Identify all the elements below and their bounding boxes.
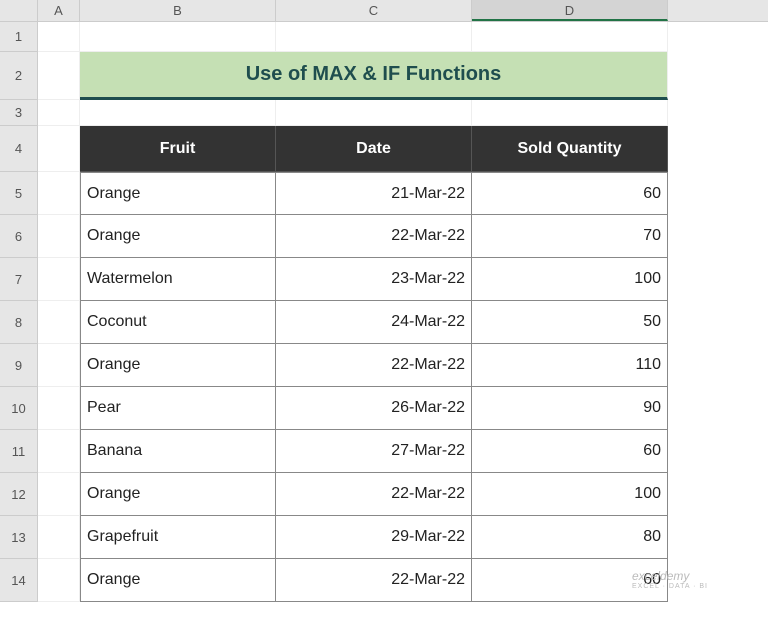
cell-A13[interactable] xyxy=(38,516,80,559)
cell-qty[interactable]: 80 xyxy=(472,516,668,559)
cell-A3[interactable] xyxy=(38,100,80,126)
table-row: Orange22-Mar-2270 xyxy=(38,215,768,258)
col-header-D[interactable]: D xyxy=(472,0,668,21)
header-date[interactable]: Date xyxy=(276,126,472,172)
cell-D3[interactable] xyxy=(472,100,668,126)
cell-A14[interactable] xyxy=(38,559,80,602)
cell-qty[interactable]: 60 xyxy=(472,430,668,473)
cell-A1[interactable] xyxy=(38,22,80,52)
col-header-B[interactable]: B xyxy=(80,0,276,21)
row-header-13[interactable]: 13 xyxy=(0,516,38,559)
cell-date[interactable]: 22-Mar-22 xyxy=(276,344,472,387)
cell-date[interactable]: 21-Mar-22 xyxy=(276,172,472,215)
cell-A7[interactable] xyxy=(38,258,80,301)
table-row: Coconut24-Mar-2250 xyxy=(38,301,768,344)
header-fruit[interactable]: Fruit xyxy=(80,126,276,172)
row-header-3[interactable]: 3 xyxy=(0,100,38,126)
cell-A9[interactable] xyxy=(38,344,80,387)
table-row: Watermelon23-Mar-22100 xyxy=(38,258,768,301)
cell-fruit[interactable]: Orange xyxy=(80,559,276,602)
table-row: Orange21-Mar-2260 xyxy=(38,172,768,215)
table-row: Banana27-Mar-2260 xyxy=(38,430,768,473)
row-header-8[interactable]: 8 xyxy=(0,301,38,344)
cell-A6[interactable] xyxy=(38,215,80,258)
table-row: Orange22-Mar-22110 xyxy=(38,344,768,387)
cell-date[interactable]: 22-Mar-22 xyxy=(276,473,472,516)
row-header-6[interactable]: 6 xyxy=(0,215,38,258)
row-header-5[interactable]: 5 xyxy=(0,172,38,215)
cell-A12[interactable] xyxy=(38,473,80,516)
col-header-A[interactable]: A xyxy=(38,0,80,21)
column-headers: A B C D xyxy=(0,0,768,22)
row-header-14[interactable]: 14 xyxy=(0,559,38,602)
select-all-corner[interactable] xyxy=(0,0,38,21)
cell-qty[interactable]: 90 xyxy=(472,387,668,430)
table-row: Grapefruit29-Mar-2280 xyxy=(38,516,768,559)
row-header-9[interactable]: 9 xyxy=(0,344,38,387)
header-qty[interactable]: Sold Quantity xyxy=(472,126,668,172)
title-cell[interactable]: Use of MAX & IF Functions xyxy=(80,52,668,100)
table-row: Orange22-Mar-2260 xyxy=(38,559,768,602)
row-headers: 1 2 3 4 5 6 7 8 9 10 11 12 13 14 xyxy=(0,22,38,602)
cell-date[interactable]: 24-Mar-22 xyxy=(276,301,472,344)
cell-C1[interactable] xyxy=(276,22,472,52)
cell-date[interactable]: 29-Mar-22 xyxy=(276,516,472,559)
cell-qty[interactable]: 60 xyxy=(472,172,668,215)
cell-qty[interactable]: 50 xyxy=(472,301,668,344)
spreadsheet: A B C D 1 2 3 4 5 6 7 8 9 10 11 12 13 14 xyxy=(0,0,768,602)
row-header-10[interactable]: 10 xyxy=(0,387,38,430)
cell-A11[interactable] xyxy=(38,430,80,473)
row-header-12[interactable]: 12 xyxy=(0,473,38,516)
table-row: Orange22-Mar-22100 xyxy=(38,473,768,516)
col-header-C[interactable]: C xyxy=(276,0,472,21)
grid[interactable]: Use of MAX & IF Functions Fruit Date Sol… xyxy=(38,22,768,602)
cell-A4[interactable] xyxy=(38,126,80,172)
cell-D1[interactable] xyxy=(472,22,668,52)
row-header-11[interactable]: 11 xyxy=(0,430,38,473)
row-header-7[interactable]: 7 xyxy=(0,258,38,301)
row-header-2[interactable]: 2 xyxy=(0,52,38,100)
cell-date[interactable]: 22-Mar-22 xyxy=(276,215,472,258)
row-header-1[interactable]: 1 xyxy=(0,22,38,52)
cell-B1[interactable] xyxy=(80,22,276,52)
cell-fruit[interactable]: Orange xyxy=(80,344,276,387)
cell-B3[interactable] xyxy=(80,100,276,126)
cell-date[interactable]: 27-Mar-22 xyxy=(276,430,472,473)
cell-A8[interactable] xyxy=(38,301,80,344)
cell-qty[interactable]: 110 xyxy=(472,344,668,387)
row-header-4[interactable]: 4 xyxy=(0,126,38,172)
cell-fruit[interactable]: Grapefruit xyxy=(80,516,276,559)
cell-fruit[interactable]: Orange xyxy=(80,172,276,215)
cell-qty[interactable]: 60 xyxy=(472,559,668,602)
cell-C3[interactable] xyxy=(276,100,472,126)
cell-A5[interactable] xyxy=(38,172,80,215)
cell-date[interactable]: 23-Mar-22 xyxy=(276,258,472,301)
cell-qty[interactable]: 100 xyxy=(472,258,668,301)
cell-A10[interactable] xyxy=(38,387,80,430)
cell-fruit[interactable]: Orange xyxy=(80,215,276,258)
cell-fruit[interactable]: Orange xyxy=(80,473,276,516)
cell-date[interactable]: 26-Mar-22 xyxy=(276,387,472,430)
cell-fruit[interactable]: Pear xyxy=(80,387,276,430)
cell-qty[interactable]: 70 xyxy=(472,215,668,258)
cell-fruit[interactable]: Banana xyxy=(80,430,276,473)
cell-date[interactable]: 22-Mar-22 xyxy=(276,559,472,602)
cell-A2[interactable] xyxy=(38,52,80,100)
cell-qty[interactable]: 100 xyxy=(472,473,668,516)
table-row: Pear26-Mar-2290 xyxy=(38,387,768,430)
cell-fruit[interactable]: Watermelon xyxy=(80,258,276,301)
cell-fruit[interactable]: Coconut xyxy=(80,301,276,344)
